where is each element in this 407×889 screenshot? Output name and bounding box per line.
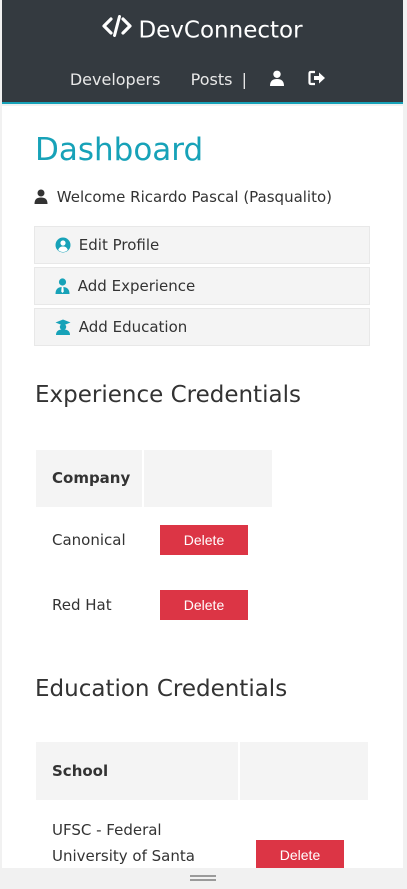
- delete-education-button[interactable]: Delete: [256, 840, 344, 868]
- brand-link[interactable]: DevConnector: [2, 15, 403, 45]
- table-header-actions: [240, 742, 368, 800]
- welcome-message: Welcome Ricardo Pascal (Pasqualito): [34, 188, 332, 206]
- resize-handle[interactable]: [190, 875, 216, 881]
- nav-link-developers[interactable]: Developers: [70, 70, 161, 89]
- dashboard-page: Dashboard Welcome Ricardo Pascal (Pasqua…: [2, 106, 403, 868]
- navbar: DevConnector Developers Posts |: [2, 0, 403, 104]
- sign-out-icon[interactable]: [308, 70, 326, 90]
- table-header-actions: [144, 450, 272, 507]
- edit-profile-label: Edit Profile: [78, 236, 160, 254]
- add-education-button[interactable]: Add Education: [34, 308, 370, 346]
- delete-experience-button[interactable]: Delete: [160, 525, 248, 555]
- user-icon: [34, 188, 57, 206]
- nav-link-posts[interactable]: Posts: [191, 70, 233, 89]
- user-circle-icon: [55, 236, 79, 254]
- table-header-school: School: [36, 742, 238, 800]
- page-title: Dashboard: [35, 132, 204, 168]
- graduation-cap-icon: [55, 318, 79, 336]
- add-experience-label: Add Experience: [77, 277, 196, 295]
- nav-links: Developers Posts |: [2, 69, 403, 90]
- add-experience-button[interactable]: Add Experience: [34, 267, 370, 305]
- education-school-cell: UFSC - Federal University of Santa: [52, 821, 195, 865]
- delete-experience-button[interactable]: Delete: [160, 590, 248, 620]
- user-icon[interactable]: [269, 70, 285, 90]
- experience-company-cell: Canonical: [52, 531, 126, 549]
- add-education-label: Add Education: [78, 318, 188, 336]
- education-heading: Education Credentials: [35, 676, 288, 702]
- brand-text: DevConnector: [138, 17, 303, 44]
- experience-company-cell: Red Hat: [52, 596, 112, 614]
- nav-separator: |: [241, 70, 247, 89]
- experience-heading: Experience Credentials: [35, 382, 301, 408]
- table-header-company: Company: [36, 450, 142, 507]
- code-icon: [102, 15, 133, 43]
- user-tie-icon: [55, 277, 78, 295]
- edit-profile-button[interactable]: Edit Profile: [34, 226, 370, 264]
- welcome-text: Welcome Ricardo Pascal (Pasqualito): [56, 188, 333, 206]
